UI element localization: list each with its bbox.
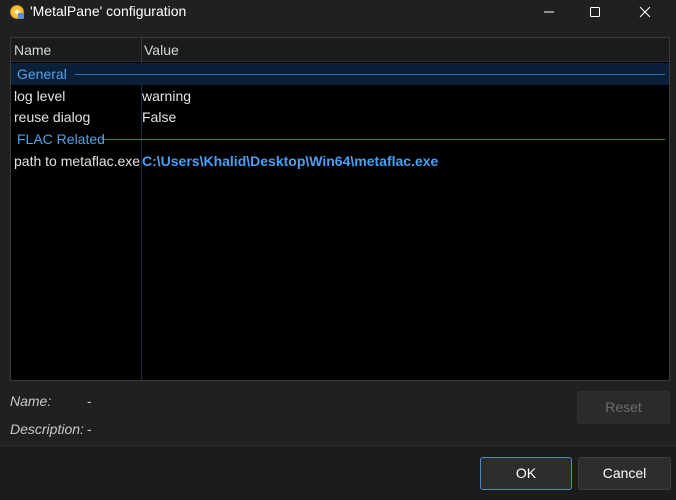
close-button[interactable]: [622, 0, 668, 24]
property-row-log-level[interactable]: log level warning: [11, 85, 669, 107]
description-label: Description:: [10, 421, 84, 437]
property-value[interactable]: C:\Users\Khalid\Desktop\Win64\metaflac.e…: [142, 153, 438, 169]
column-header-value[interactable]: Value: [144, 42, 179, 58]
reset-button[interactable]: Reset: [577, 391, 670, 424]
group-separator-line: [101, 139, 665, 140]
ok-button[interactable]: OK: [480, 457, 572, 490]
property-row-metaflac-path[interactable]: path to metaflac.exe C:\Users\Khalid\Des…: [11, 150, 669, 172]
name-label: Name:: [10, 393, 52, 409]
maximize-button[interactable]: [572, 0, 618, 24]
grid-header: Name Value: [11, 38, 669, 62]
property-grid[interactable]: Name Value General log level warning reu…: [10, 37, 670, 381]
group-row-flac-related[interactable]: FLAC Related: [11, 128, 669, 150]
group-label: General: [17, 66, 71, 82]
minimize-button[interactable]: [526, 0, 572, 24]
cancel-button[interactable]: Cancel: [578, 457, 671, 490]
window-title: 'MetalPane' configuration: [30, 3, 187, 19]
maximize-icon: [590, 7, 600, 17]
gear-icon: [9, 4, 25, 20]
property-value[interactable]: False: [142, 109, 176, 125]
column-separator[interactable]: [141, 38, 142, 61]
group-row-general[interactable]: General: [11, 63, 669, 85]
description-value: -: [87, 421, 92, 437]
property-value[interactable]: warning: [142, 88, 191, 104]
minimize-icon: [544, 11, 554, 13]
column-header-name[interactable]: Name: [14, 42, 51, 58]
group-separator-line: [75, 74, 665, 75]
property-row-reuse-dialog[interactable]: reuse dialog False: [11, 106, 669, 128]
group-label: FLAC Related: [17, 131, 105, 147]
dialog-footer: [0, 446, 676, 500]
property-name: reuse dialog: [14, 109, 91, 125]
name-value: -: [87, 393, 92, 409]
title-bar: 'MetalPane' configuration: [0, 0, 676, 24]
close-icon: [639, 6, 651, 18]
property-name: path to metaflac.exe: [14, 153, 141, 169]
property-name: log level: [14, 88, 66, 104]
